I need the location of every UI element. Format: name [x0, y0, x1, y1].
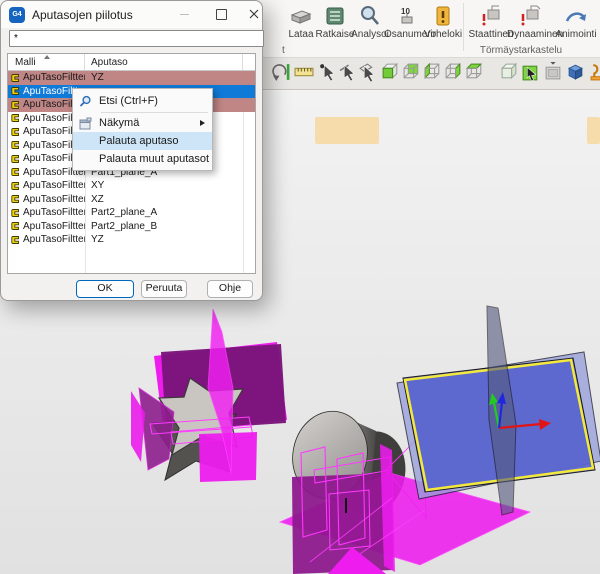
- ribbon-button-animointi[interactable]: Animointi: [553, 2, 599, 40]
- part-icon: [10, 100, 20, 110]
- context-menu: Etsi (Ctrl+F) Näkymä Palauta aputaso Pal…: [72, 88, 213, 171]
- cube-right-face-icon[interactable]: [444, 62, 464, 82]
- part-icon: [10, 181, 20, 191]
- table-row[interactable]: ApuTasoFiltteri...XZ: [8, 193, 255, 207]
- submenu-arrow-icon: [200, 120, 205, 126]
- maximize-button[interactable]: [206, 1, 236, 27]
- part-icon: [10, 194, 20, 204]
- active-tool-highlight: [587, 117, 600, 144]
- table-row[interactable]: ApuTasoFiltteri...YZ: [8, 233, 255, 247]
- part-icon: [10, 235, 20, 245]
- menu-item-palauta-muut[interactable]: Palauta muut aputasot: [73, 150, 212, 168]
- shaded-cube-icon[interactable]: [500, 62, 520, 82]
- table-row[interactable]: ApuTasoFiltteri...Part2_plane_B: [8, 220, 255, 234]
- minimize-button[interactable]: [169, 1, 199, 27]
- select-face-tool-icon[interactable]: [358, 62, 378, 82]
- dialog-title: Aputasojen piilotus: [32, 8, 133, 22]
- warning-icon: [430, 3, 456, 29]
- cube-left-face-icon[interactable]: [423, 62, 443, 82]
- app-icon: G4: [9, 7, 25, 23]
- animation-icon: [563, 3, 589, 29]
- iso-view-icon[interactable]: [566, 62, 586, 82]
- minimize-icon: [180, 14, 189, 15]
- part-icon: [10, 113, 20, 123]
- cube-select-icon[interactable]: [521, 62, 541, 82]
- plane-display-icon[interactable]: [543, 62, 563, 82]
- part-icon: [10, 154, 20, 164]
- svg-text:10: 10: [401, 7, 410, 16]
- table-row[interactable]: ApuTasoFiltteri...Part2_plane_A: [8, 206, 255, 220]
- ribbon-button-dynaaminen[interactable]: Dynaaminen: [507, 2, 553, 40]
- part-icon: [10, 86, 20, 96]
- filter-input[interactable]: [9, 30, 264, 47]
- partnumber-icon: 10: [394, 3, 420, 29]
- close-button[interactable]: [239, 1, 269, 27]
- menu-item-nakyma[interactable]: Näkymä: [73, 114, 212, 132]
- part-icon: [10, 221, 20, 231]
- cancel-button[interactable]: Peruuta: [141, 280, 187, 298]
- dialog-titlebar[interactable]: G4 Aputasojen piilotus: [1, 1, 262, 28]
- solve-icon: [322, 3, 348, 29]
- sort-asc-icon: [44, 55, 50, 59]
- magnifier-icon: [357, 3, 383, 29]
- select-edge-tool-icon[interactable]: [338, 62, 358, 82]
- load-icon: [288, 3, 314, 29]
- cube-top-face-icon[interactable]: [465, 62, 485, 82]
- part-icon: [10, 127, 20, 137]
- part-icon: [10, 73, 20, 83]
- view-icon: [79, 117, 92, 130]
- cube-front-face-icon[interactable]: [381, 62, 401, 82]
- orbit-tool-icon[interactable]: [271, 62, 291, 82]
- active-tool-highlight: [315, 117, 379, 144]
- part-icon: [10, 140, 20, 150]
- column-header-aputaso[interactable]: Aputaso: [85, 54, 243, 70]
- part-icon: [10, 167, 20, 177]
- menu-item-palauta-aputaso[interactable]: Palauta aputaso: [73, 132, 212, 150]
- table-row[interactable]: ApuTasoFiltteri...XY: [8, 179, 255, 193]
- select-point-tool-icon[interactable]: [318, 62, 338, 82]
- menu-separator: [101, 112, 208, 113]
- ribbon-group-separator: [463, 3, 464, 51]
- static-collision-icon: [478, 3, 504, 29]
- table-header[interactable]: Malli Aputaso: [8, 54, 255, 71]
- cube-back-face-icon[interactable]: [402, 62, 422, 82]
- part-icon: [10, 208, 20, 218]
- close-icon: [249, 9, 259, 19]
- clipped-tool-icon[interactable]: [589, 62, 600, 82]
- menu-item-etsi[interactable]: Etsi (Ctrl+F): [73, 91, 212, 111]
- maximize-icon: [216, 9, 227, 20]
- collision-group-label: Törmäystarkastelu: [451, 45, 591, 56]
- help-button[interactable]: Ohje: [207, 280, 253, 298]
- search-icon: [79, 95, 92, 108]
- clipped-group-label: t: [282, 45, 285, 56]
- table-row[interactable]: ApuTasoFiltteri...YZ: [8, 71, 255, 85]
- dynamic-collision-icon: [517, 3, 543, 29]
- measure-tool-icon[interactable]: [294, 62, 314, 82]
- ok-button[interactable]: OK: [76, 280, 134, 298]
- ribbon-button-virheloki[interactable]: Virheloki: [420, 2, 466, 40]
